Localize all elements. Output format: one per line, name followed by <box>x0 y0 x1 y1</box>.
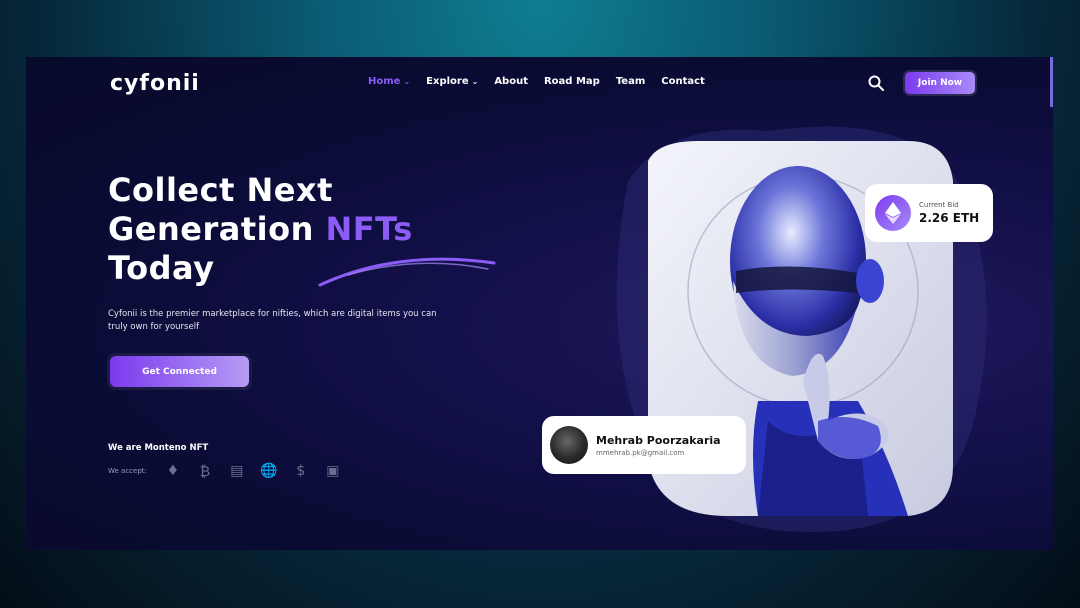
wallet-icon[interactable]: ▤ <box>227 462 247 480</box>
main-nav: Home ⌄ Explore ⌄ About Road Map Team Conta… <box>368 76 705 87</box>
dollar-icon[interactable]: $ <box>291 462 311 480</box>
nav-item-home[interactable]: Home ⌄ <box>368 76 410 87</box>
cash-icon[interactable]: ▣ <box>323 462 343 480</box>
nav-item-about[interactable]: About <box>494 76 528 87</box>
brand-logo[interactable]: cyfonii <box>110 71 200 96</box>
chevron-down-icon: ⌄ <box>471 77 479 86</box>
nav-item-contact[interactable]: Contact <box>661 76 705 87</box>
cta-wrapper: Get Connected <box>107 353 252 390</box>
join-now-button[interactable]: Join Now <box>903 70 977 96</box>
current-bid-card[interactable]: Current Bid 2.26 ETH <box>865 184 993 242</box>
hero-description: Cyfonii is the premier marketplace for n… <box>108 309 437 332</box>
creator-name: Mehrab Poorzakaria <box>596 433 721 447</box>
we-are-heading: We are Monteno NFT <box>108 443 209 453</box>
creator-email: mmehrab.pk@gmail.com <box>596 448 685 457</box>
payment-methods: We accept: ♦ ₿ ▤ 🌐 $ ▣ <box>108 462 343 480</box>
scrollbar[interactable] <box>1050 57 1053 107</box>
bid-value: 2.26 ETH <box>919 211 980 225</box>
landing-page: cyfonii Home ⌄ Explore ⌄ About Road Map Te… <box>26 57 1053 550</box>
globe-icon[interactable]: 🌐 <box>259 462 279 480</box>
creator-card[interactable]: Mehrab Poorzakaria mmehrab.pk@gmail.com <box>542 416 746 474</box>
bid-info: Current Bid 2.26 ETH <box>919 201 979 225</box>
ethereum-icon <box>875 195 911 231</box>
chevron-down-icon: ⌄ <box>403 77 411 86</box>
nav-item-roadmap[interactable]: Road Map <box>544 76 600 87</box>
accept-label: We accept: <box>108 467 147 475</box>
avatar <box>550 426 588 464</box>
nav-item-team[interactable]: Team <box>616 76 645 87</box>
search-icon[interactable] <box>868 75 884 91</box>
nav-item-explore[interactable]: Explore ⌄ <box>426 76 478 87</box>
swoosh-decoration <box>318 257 496 287</box>
get-connected-button[interactable]: Get Connected <box>110 356 249 387</box>
creator-info: Mehrab Poorzakaria mmehrab.pk@gmail.com <box>596 434 721 457</box>
bitcoin-icon[interactable]: ₿ <box>195 462 215 480</box>
ethereum-icon[interactable]: ♦ <box>163 462 183 480</box>
bid-label: Current Bid <box>919 201 959 209</box>
